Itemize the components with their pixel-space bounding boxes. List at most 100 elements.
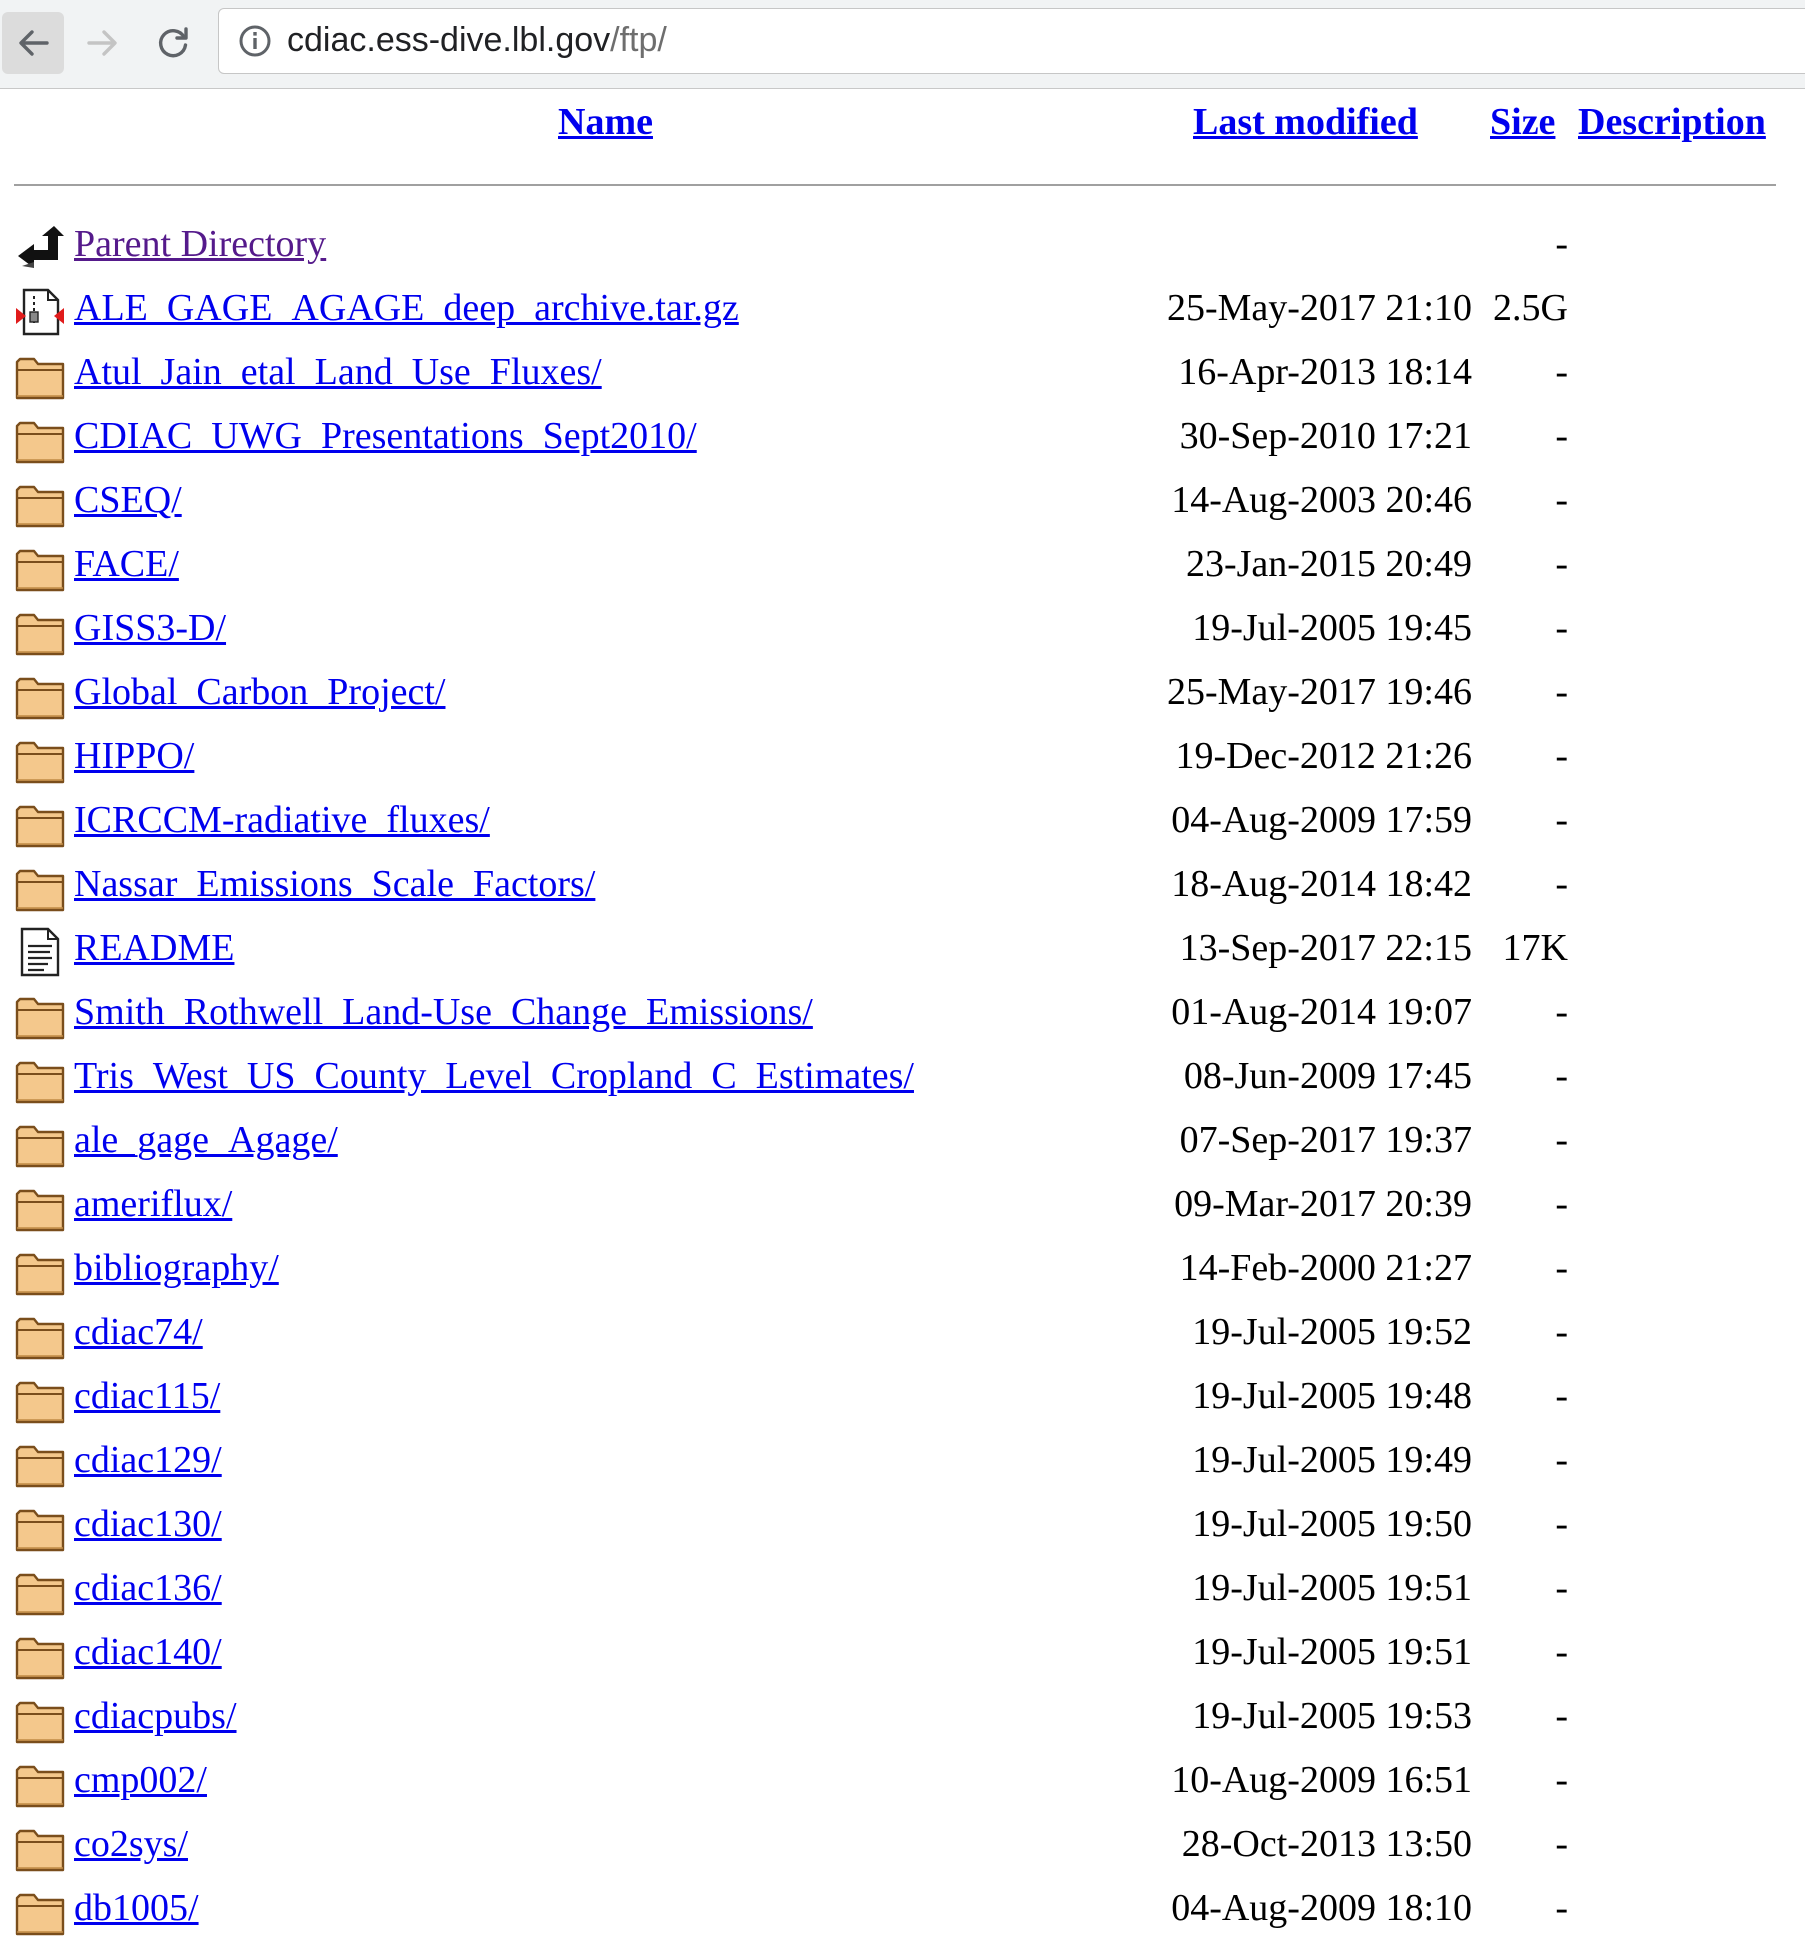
list-row: README 13-Sep-2017 22:15 17K [0, 920, 1805, 984]
column-header-size[interactable]: Size [1490, 100, 1555, 160]
entry-last-modified: 04-Aug-2009 17:59 [1171, 799, 1472, 841]
entry-last-modified: 30-Sep-2010 17:21 [1179, 415, 1472, 457]
browser-toolbar: cdiac.ess-dive.lbl.gov/ftp/ [0, 0, 1805, 89]
entry-name-link[interactable]: cdiac140/ [74, 1630, 222, 1674]
entry-name-link[interactable]: HIPPO/ [74, 734, 194, 778]
entry-size: 2.5G [1493, 287, 1568, 329]
entry-size: - [1555, 415, 1568, 457]
list-row: Parent Directory - [0, 216, 1805, 280]
entry-last-modified: 16-Apr-2013 18:14 [1178, 351, 1472, 393]
list-row: cdiac129/19-Jul-2005 19:49 - [0, 1432, 1805, 1496]
entry-last-modified: 10-Aug-2009 16:51 [1171, 1759, 1472, 1801]
entry-last-modified: 19-Dec-2012 21:26 [1175, 735, 1472, 777]
back-icon [14, 222, 66, 274]
entry-name-link[interactable]: Smith_Rothwell_Land-Use_Change_Emissions… [74, 990, 813, 1034]
column-header-last-modified[interactable]: Last modified [1193, 100, 1418, 160]
entry-size: - [1555, 671, 1568, 713]
list-row: ale_gage_Agage/07-Sep-2017 19:37 - [0, 1112, 1805, 1176]
entry-last-modified: 25-May-2017 21:10 [1166, 287, 1472, 329]
entry-size: - [1555, 1631, 1568, 1673]
entry-name-link[interactable]: cdiac136/ [74, 1566, 222, 1610]
folder-icon [14, 1054, 66, 1106]
entry-name-link[interactable]: Global_Carbon_Project/ [74, 670, 445, 714]
entry-last-modified: 19-Jul-2005 19:51 [1192, 1567, 1472, 1609]
entry-name-link[interactable]: ICRCCM-radiative_fluxes/ [74, 798, 490, 842]
header-divider [14, 184, 1776, 186]
list-row: Atul_Jain_etal_Land_Use_Fluxes/16-Apr-20… [0, 344, 1805, 408]
list-row: FACE/23-Jan-2015 20:49 - [0, 536, 1805, 600]
entry-size: - [1555, 799, 1568, 841]
text-file-icon [14, 926, 66, 978]
folder-icon [14, 1886, 66, 1938]
list-row: ALE_GAGE_AGAGE_deep_archive.tar.gz 25-May… [0, 280, 1805, 344]
entry-size: - [1555, 1695, 1568, 1737]
folder-icon [14, 862, 66, 914]
entry-name-link[interactable]: Nassar_Emissions_Scale_Factors/ [74, 862, 595, 906]
column-header-name[interactable]: Name [558, 100, 653, 160]
archive-icon [14, 286, 66, 338]
entry-size: - [1555, 1247, 1568, 1289]
folder-icon [14, 1758, 66, 1810]
entry-name-link[interactable]: co2sys/ [74, 1822, 188, 1866]
entry-name-link[interactable]: cdiacpubs/ [74, 1694, 237, 1738]
entry-name-link[interactable]: cdiac129/ [74, 1438, 222, 1482]
entry-name-link[interactable]: bibliography/ [74, 1246, 279, 1290]
folder-icon [14, 1822, 66, 1874]
column-header-description[interactable]: Description [1578, 100, 1766, 160]
folder-icon [14, 1246, 66, 1298]
folder-icon [14, 350, 66, 402]
entry-size: - [1555, 1503, 1568, 1545]
parent-directory-link[interactable]: Parent Directory [74, 222, 326, 266]
entry-last-modified: 19-Jul-2005 19:52 [1192, 1311, 1472, 1353]
folder-icon [14, 1566, 66, 1618]
entry-last-modified: 14-Aug-2003 20:46 [1171, 479, 1472, 521]
entry-last-modified: 19-Jul-2005 19:48 [1192, 1375, 1472, 1417]
list-row: cdiacpubs/19-Jul-2005 19:53 - [0, 1688, 1805, 1752]
entry-last-modified: 19-Jul-2005 19:45 [1192, 607, 1472, 649]
list-row: ICRCCM-radiative_fluxes/04-Aug-2009 17:5… [0, 792, 1805, 856]
entry-name-link[interactable]: FACE/ [74, 542, 179, 586]
list-row: cdiac74/19-Jul-2005 19:52 - [0, 1304, 1805, 1368]
reload-icon [155, 25, 191, 61]
list-row: cdiac115/19-Jul-2005 19:48 - [0, 1368, 1805, 1432]
forward-button[interactable] [72, 12, 134, 74]
folder-icon [14, 1630, 66, 1682]
list-row: GISS3-D/19-Jul-2005 19:45 - [0, 600, 1805, 664]
entry-last-modified: 28-Oct-2013 13:50 [1181, 1823, 1472, 1865]
list-row: co2sys/28-Oct-2013 13:50 - [0, 1816, 1805, 1880]
entry-name-link[interactable]: db1005/ [74, 1886, 199, 1930]
reload-button[interactable] [142, 12, 204, 74]
entry-name-link[interactable]: GISS3-D/ [74, 606, 226, 650]
entry-name-link[interactable]: CSEQ/ [74, 478, 182, 522]
address-bar[interactable]: cdiac.ess-dive.lbl.gov/ftp/ [218, 8, 1805, 74]
folder-icon [14, 670, 66, 722]
list-row: CSEQ/14-Aug-2003 20:46 - [0, 472, 1805, 536]
entry-name-link[interactable]: cdiac130/ [74, 1502, 222, 1546]
entry-size: - [1555, 1055, 1568, 1097]
entry-name-link[interactable]: cdiac74/ [74, 1310, 203, 1354]
back-button[interactable] [2, 12, 64, 74]
entry-last-modified: 23-Jan-2015 20:49 [1185, 543, 1472, 585]
entry-last-modified: 14-Feb-2000 21:27 [1179, 1247, 1472, 1289]
entry-name-link[interactable]: ale_gage_Agage/ [74, 1118, 338, 1162]
entry-name-link[interactable]: cmp002/ [74, 1758, 207, 1802]
entry-name-link[interactable]: ALE_GAGE_AGAGE_deep_archive.tar.gz [74, 286, 739, 330]
entry-name-link[interactable]: cdiac115/ [74, 1374, 220, 1418]
entry-name-link[interactable]: ameriflux/ [74, 1182, 232, 1226]
entry-name-link[interactable]: Atul_Jain_etal_Land_Use_Fluxes/ [74, 350, 602, 394]
entry-size: - [1555, 1183, 1568, 1225]
entry-last-modified: 01-Aug-2014 19:07 [1171, 991, 1472, 1033]
entry-size: - [1555, 1759, 1568, 1801]
entry-name-link[interactable]: README [74, 926, 234, 970]
entry-size: 17K [1502, 927, 1568, 969]
folder-icon [14, 1118, 66, 1170]
folder-icon [14, 734, 66, 786]
entry-size: - [1555, 607, 1568, 649]
folder-icon [14, 606, 66, 658]
info-icon[interactable] [237, 23, 273, 59]
entry-name-link[interactable]: Tris_West_US_County_Level_Cropland_C_Est… [74, 1054, 914, 1098]
entry-size: - [1555, 1439, 1568, 1481]
folder-icon [14, 1438, 66, 1490]
url-host: cdiac.ess-dive.lbl.gov [287, 21, 611, 59]
entry-name-link[interactable]: CDIAC_UWG_Presentations_Sept2010/ [74, 414, 697, 458]
